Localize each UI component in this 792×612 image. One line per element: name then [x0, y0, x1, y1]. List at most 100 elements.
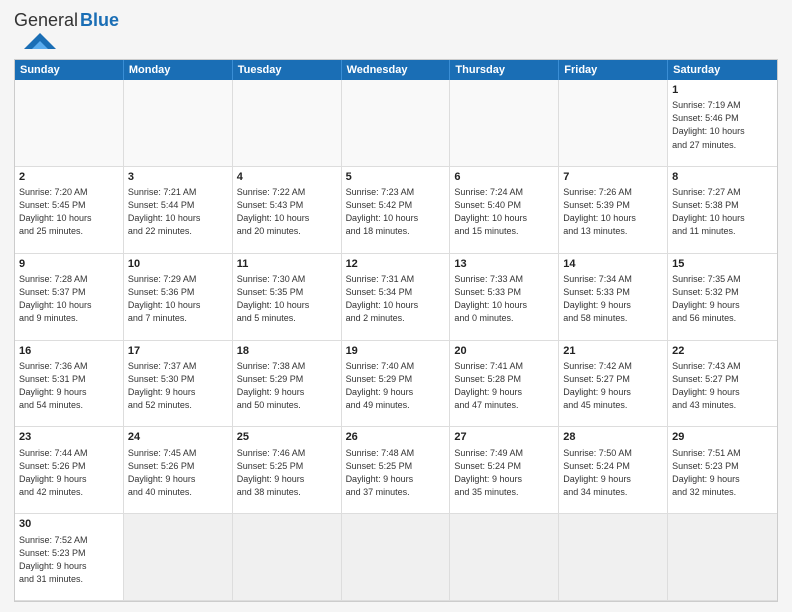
day-number: 21 [563, 344, 663, 359]
day-info: Sunrise: 7:27 AM Sunset: 5:38 PM Dayligh… [672, 186, 773, 238]
day-number: 23 [19, 430, 119, 445]
day-info: Sunrise: 7:44 AM Sunset: 5:26 PM Dayligh… [19, 447, 119, 499]
day-number: 1 [672, 83, 773, 98]
table-row: 28Sunrise: 7:50 AM Sunset: 5:24 PM Dayli… [559, 427, 668, 514]
day-info: Sunrise: 7:26 AM Sunset: 5:39 PM Dayligh… [563, 186, 663, 238]
table-row: 22Sunrise: 7:43 AM Sunset: 5:27 PM Dayli… [668, 341, 777, 428]
day-number: 18 [237, 344, 337, 359]
day-info: Sunrise: 7:35 AM Sunset: 5:32 PM Dayligh… [672, 273, 773, 325]
day-number: 11 [237, 257, 337, 272]
day-header-sun: Sunday [15, 60, 124, 80]
day-headers: Sunday Monday Tuesday Wednesday Thursday… [15, 60, 777, 80]
day-info: Sunrise: 7:38 AM Sunset: 5:29 PM Dayligh… [237, 360, 337, 412]
table-row: 13Sunrise: 7:33 AM Sunset: 5:33 PM Dayli… [450, 254, 559, 341]
table-row: 18Sunrise: 7:38 AM Sunset: 5:29 PM Dayli… [233, 341, 342, 428]
day-number: 26 [346, 430, 446, 445]
table-row: 5Sunrise: 7:23 AM Sunset: 5:42 PM Daylig… [342, 167, 451, 254]
table-row: 1Sunrise: 7:19 AM Sunset: 5:46 PM Daylig… [668, 80, 777, 167]
day-info: Sunrise: 7:33 AM Sunset: 5:33 PM Dayligh… [454, 273, 554, 325]
table-row: 26 Sunrise: 7:48 AM Sunset: 5:25 PM Dayli… [342, 427, 451, 514]
day-info: Sunrise: 7:30 AM Sunset: 5:35 PM Dayligh… [237, 273, 337, 325]
page: General Blue Sunday Monday Tuesday Wedne… [0, 0, 792, 612]
day-info: Sunrise: 7:37 AM Sunset: 5:30 PM Dayligh… [128, 360, 228, 412]
table-row [450, 514, 559, 601]
table-row: 29 Sunrise: 7:51 AM Sunset: 5:23 PM Dayli… [668, 427, 777, 514]
table-row [15, 80, 124, 167]
day-info: Sunrise: 7:45 AM Sunset: 5:26 PM Dayligh… [128, 447, 228, 499]
day-number: 27 [454, 430, 554, 445]
logo-text: General [14, 10, 78, 31]
table-row: 4Sunrise: 7:22 AM Sunset: 5:43 PM Daylig… [233, 167, 342, 254]
table-row [233, 514, 342, 601]
day-number: 4 [237, 170, 337, 185]
table-row [559, 80, 668, 167]
day-number: 29 [672, 430, 773, 445]
day-number: 22 [672, 344, 773, 359]
day-info: Sunrise: 7:49 AM Sunset: 5:24 PM Dayligh… [454, 447, 554, 499]
day-info: Sunrise: 7:42 AM Sunset: 5:27 PM Dayligh… [563, 360, 663, 412]
logo-icon [14, 31, 64, 53]
table-row [124, 514, 233, 601]
table-row: 7Sunrise: 7:26 AM Sunset: 5:39 PM Daylig… [559, 167, 668, 254]
table-row [124, 80, 233, 167]
table-row: 15Sunrise: 7:35 AM Sunset: 5:32 PM Dayli… [668, 254, 777, 341]
day-number: 6 [454, 170, 554, 185]
table-row: 25Sunrise: 7:46 AM Sunset: 5:25 PM Dayli… [233, 427, 342, 514]
table-row [342, 514, 451, 601]
day-info: Sunrise: 7:22 AM Sunset: 5:43 PM Dayligh… [237, 186, 337, 238]
table-row [559, 514, 668, 601]
day-number: 19 [346, 344, 446, 359]
day-info: Sunrise: 7:43 AM Sunset: 5:27 PM Dayligh… [672, 360, 773, 412]
table-row: 10Sunrise: 7:29 AM Sunset: 5:36 PM Dayli… [124, 254, 233, 341]
logo-blue-text: Blue [80, 10, 119, 31]
table-row [233, 80, 342, 167]
day-number: 24 [128, 430, 228, 445]
day-info: Sunrise: 7:48 AM Sunset: 5:25 PM Dayligh… [346, 447, 446, 499]
day-number: 13 [454, 257, 554, 272]
table-row: 20Sunrise: 7:41 AM Sunset: 5:28 PM Dayli… [450, 341, 559, 428]
table-row: 24 Sunrise: 7:45 AM Sunset: 5:26 PM Dayli… [124, 427, 233, 514]
day-header-mon: Monday [124, 60, 233, 80]
table-row: 16Sunrise: 7:36 AM Sunset: 5:31 PM Dayli… [15, 341, 124, 428]
day-number: 12 [346, 257, 446, 272]
table-row: 9Sunrise: 7:28 AM Sunset: 5:37 PM Daylig… [15, 254, 124, 341]
table-row: 2Sunrise: 7:20 AM Sunset: 5:45 PM Daylig… [15, 167, 124, 254]
day-info: Sunrise: 7:52 AM Sunset: 5:23 PM Dayligh… [19, 534, 119, 586]
calendar: Sunday Monday Tuesday Wednesday Thursday… [14, 59, 778, 602]
day-number: 28 [563, 430, 663, 445]
table-row: 30Sunrise: 7:52 AM Sunset: 5:23 PM Dayli… [15, 514, 124, 601]
table-row: 14Sunrise: 7:34 AM Sunset: 5:33 PM Dayli… [559, 254, 668, 341]
day-number: 17 [128, 344, 228, 359]
table-row: 27 Sunrise: 7:49 AM Sunset: 5:24 PM Dayli… [450, 427, 559, 514]
table-row: 8Sunrise: 7:27 AM Sunset: 5:38 PM Daylig… [668, 167, 777, 254]
day-header-sat: Saturday [668, 60, 777, 80]
table-row: 19Sunrise: 7:40 AM Sunset: 5:29 PM Dayli… [342, 341, 451, 428]
day-number: 20 [454, 344, 554, 359]
day-info: Sunrise: 7:31 AM Sunset: 5:34 PM Dayligh… [346, 273, 446, 325]
day-number: 7 [563, 170, 663, 185]
day-number: 14 [563, 257, 663, 272]
table-row [342, 80, 451, 167]
table-row [668, 514, 777, 601]
table-row: 21Sunrise: 7:42 AM Sunset: 5:27 PM Dayli… [559, 341, 668, 428]
day-info: Sunrise: 7:23 AM Sunset: 5:42 PM Dayligh… [346, 186, 446, 238]
day-info: Sunrise: 7:34 AM Sunset: 5:33 PM Dayligh… [563, 273, 663, 325]
day-header-tue: Tuesday [233, 60, 342, 80]
day-info: Sunrise: 7:21 AM Sunset: 5:44 PM Dayligh… [128, 186, 228, 238]
day-info: Sunrise: 7:19 AM Sunset: 5:46 PM Dayligh… [672, 99, 773, 151]
day-number: 8 [672, 170, 773, 185]
day-info: Sunrise: 7:46 AM Sunset: 5:25 PM Dayligh… [237, 447, 337, 499]
header: General Blue [14, 10, 778, 53]
day-info: Sunrise: 7:41 AM Sunset: 5:28 PM Dayligh… [454, 360, 554, 412]
table-row: 23 Sunrise: 7:44 AM Sunset: 5:26 PM Dayli… [15, 427, 124, 514]
day-info: Sunrise: 7:28 AM Sunset: 5:37 PM Dayligh… [19, 273, 119, 325]
day-header-wed: Wednesday [342, 60, 451, 80]
day-info: Sunrise: 7:40 AM Sunset: 5:29 PM Dayligh… [346, 360, 446, 412]
day-info: Sunrise: 7:36 AM Sunset: 5:31 PM Dayligh… [19, 360, 119, 412]
day-number: 5 [346, 170, 446, 185]
table-row: 12Sunrise: 7:31 AM Sunset: 5:34 PM Dayli… [342, 254, 451, 341]
table-row: 17Sunrise: 7:37 AM Sunset: 5:30 PM Dayli… [124, 341, 233, 428]
day-number: 10 [128, 257, 228, 272]
day-info: Sunrise: 7:51 AM Sunset: 5:23 PM Dayligh… [672, 447, 773, 499]
day-header-thu: Thursday [450, 60, 559, 80]
